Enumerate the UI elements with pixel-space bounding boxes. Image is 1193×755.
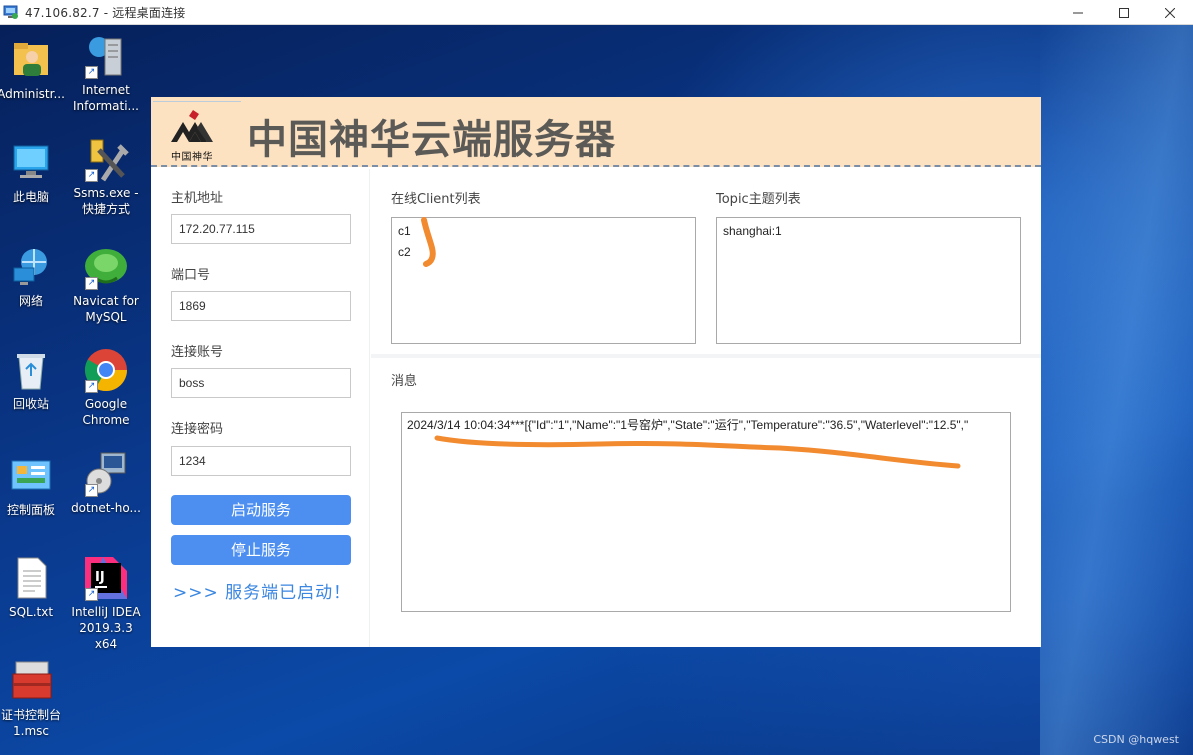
app-title: 中国神华云端服务器 (247, 117, 616, 163)
rdp-title-bar: 47.106.82.7 - 远程桌面连接 (0, 0, 1193, 25)
close-button[interactable] (1147, 0, 1193, 25)
network-icon (8, 244, 54, 290)
desktop-icon-chrome[interactable]: ↗ Google Chrome (69, 347, 143, 428)
desktop-icon-ssms[interactable]: ↗ Ssms.exe - 快捷方式 (69, 136, 143, 217)
minimize-icon (1073, 12, 1083, 13)
client-item[interactable]: c2 (392, 242, 695, 263)
topic-item[interactable]: shanghai:1 (717, 221, 1020, 242)
desktop-icon-administrator[interactable]: Administr... (0, 37, 68, 102)
toolbox-icon (8, 658, 54, 704)
stop-service-button[interactable]: 停止服务 (171, 535, 351, 565)
message-log[interactable]: 2024/3/14 10:04:34***[{"Id":"1","Name":"… (401, 412, 1011, 612)
desktop-icon-intellij[interactable]: IJ ↗ IntelliJ IDEA 2019.3.3 x64 (69, 555, 143, 652)
host-input[interactable]: 172.20.77.115 (171, 214, 351, 244)
server-status-text: >>> 服务端已启动！ (173, 583, 352, 603)
desktop-icon-network[interactable]: 网络 (0, 244, 68, 309)
clients-label: 在线Client列表 (391, 192, 481, 207)
chrome-icon: ↗ (83, 347, 129, 393)
desktop-icon-dotnet[interactable]: ↗ dotnet-ho... (69, 451, 143, 516)
password-label: 连接密码 (171, 422, 224, 437)
minimize-button[interactable] (1055, 0, 1101, 25)
maximize-icon (1119, 7, 1129, 18)
host-label: 主机地址 (171, 191, 224, 206)
intellij-icon: IJ ↗ (83, 555, 129, 601)
shenhua-logo: 中国神华 (153, 101, 241, 163)
installer-icon: ↗ (83, 451, 129, 497)
desktop-icon-sql-txt[interactable]: SQL.txt (0, 555, 68, 620)
app-header: 中国神华 中国神华云端服务器 (151, 97, 1041, 167)
csdn-watermark: CSDN @hqwest (1093, 733, 1179, 746)
navicat-icon: ↗ (83, 244, 129, 290)
desktop-icon-navicat[interactable]: ↗ Navicat for MySQL (69, 244, 143, 325)
password-input[interactable]: 1234 (171, 446, 351, 476)
port-label: 端口号 (171, 268, 211, 283)
account-input[interactable]: boss (171, 368, 351, 398)
start-service-button[interactable]: 启动服务 (171, 495, 351, 525)
shenhua-logo-icon (171, 110, 213, 142)
desktop-icon-recycle-bin[interactable]: 回收站 (0, 347, 68, 412)
topic-list[interactable]: shanghai:1 (716, 217, 1021, 344)
control-panel-icon (8, 453, 54, 499)
ssms-tools-icon: ↗ (83, 136, 129, 182)
client-list[interactable]: c1 c2 (391, 217, 696, 344)
text-file-icon (8, 555, 54, 601)
maximize-button[interactable] (1101, 0, 1147, 25)
topics-label: Topic主题列表 (716, 192, 801, 207)
desktop-icon-cert-console[interactable]: 证书控制台 1.msc (0, 658, 68, 739)
section-divider (371, 354, 1041, 358)
desktop-icon-iis[interactable]: ↗ Internet Informati... (69, 33, 143, 114)
window-title: 47.106.82.7 - 远程桌面连接 (25, 5, 186, 20)
desktop-icon-this-pc[interactable]: 此电脑 (0, 140, 68, 205)
connection-settings-panel: 主机地址 172.20.77.115 端口号 1869 连接账号 boss 连接… (151, 169, 370, 647)
messages-label: 消息 (391, 374, 418, 389)
user-folder-icon (8, 37, 54, 83)
message-line: 2024/3/14 10:04:34***[{"Id":"1","Name":"… (407, 418, 969, 432)
client-item[interactable]: c1 (392, 221, 695, 242)
port-input[interactable]: 1869 (171, 291, 351, 321)
recycle-bin-icon (8, 347, 54, 393)
account-label: 连接账号 (171, 345, 224, 360)
svg-text:IJ: IJ (95, 570, 105, 585)
close-icon (1165, 7, 1175, 18)
remote-desktop-icon (3, 4, 19, 20)
mqtt-server-app: 中国神华 中国神华云端服务器 主机地址 172.20.77.115 端口号 18… (151, 97, 1041, 647)
iis-server-icon: ↗ (83, 33, 129, 79)
desktop-icon-control-panel[interactable]: 控制面板 (0, 453, 68, 518)
computer-icon (8, 140, 54, 186)
